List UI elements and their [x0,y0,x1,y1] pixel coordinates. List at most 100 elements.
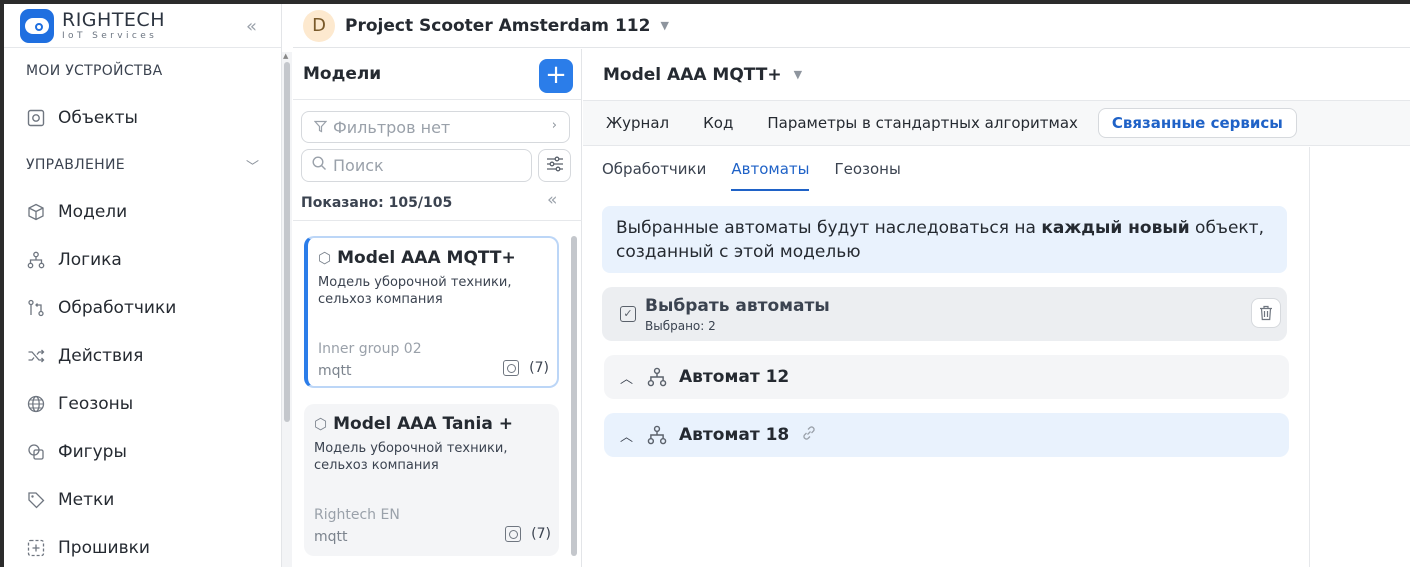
model-detail: Model AAA MQTT+ ▼ Журнал Код Параметры в… [583,49,1410,567]
sidebar-item-label: Геозоны [58,394,134,414]
info-text: Выбранные автоматы будут наследоваться н… [616,218,1042,238]
search-input[interactable]: Поиск [301,149,532,182]
model-card-group: Inner group 02 [318,341,422,357]
sidebar-item-shapes[interactable]: Фигуры [4,428,281,476]
info-bold-text: каждый новый [1041,218,1190,238]
cube-icon: ⬡ [314,415,328,433]
collapse-list-icon[interactable]: « [547,190,557,210]
models-list-scrollbar[interactable] [569,234,579,567]
selected-count: Выбрано: 2 [645,319,716,333]
logic-tree-icon [26,250,46,270]
tab-linked-services[interactable]: Связанные сервисы [1097,108,1297,138]
model-card-protocol: mqtt [314,529,348,545]
subtabs: Обработчики Автоматы Геозоны [583,147,1309,191]
caret-down-icon[interactable]: ▼ [794,68,802,81]
model-card[interactable]: ⬡ Model AAA Tania + Модель уборочной тех… [304,404,559,556]
sidebar-item-label: Обработчики [58,298,177,318]
topbar: D Project Scooter Amsterdam 112 ▼ [293,4,1410,48]
model-card-group: Rightech EN [314,507,400,523]
objects-count: (7) [505,526,551,542]
trash-icon[interactable] [1251,298,1281,328]
models-list-scroll-thumb[interactable] [571,236,577,556]
shapes-icon [26,442,46,462]
objects-count-value: (7) [531,526,551,542]
select-automata-label: Выбрать автоматы [645,296,830,316]
select-automata-button[interactable]: ✓ Выбрать автоматы Выбрано: 2 [602,287,1287,341]
sidebar-item-geozones[interactable]: Геозоны [4,380,281,428]
sidebar-item-label: Действия [58,346,144,366]
automaton-icon [647,425,667,445]
subtab-handlers[interactable]: Обработчики [602,147,706,191]
app-window: RIGHTECH IoT Services « МОИ УСТРОЙСТВА О… [4,4,1410,567]
model-card-protocol: mqtt [318,363,352,379]
linked-services-content: Обработчики Автоматы Геозоны Выбранные а… [583,147,1310,567]
object-icon [505,526,522,542]
sidebar-item-objects[interactable]: Объекты [4,94,281,142]
handler-icon [26,298,46,318]
chevron-up-icon[interactable]: ︿ [620,426,633,445]
model-card-description: Модель уборочной техники, сельхоз компан… [318,275,512,307]
cube-icon [26,202,46,222]
search-icon [312,156,327,175]
tab-journal[interactable]: Журнал [606,114,669,132]
shuffle-icon [26,346,46,366]
model-card-title: Model AAA MQTT+ [337,248,516,268]
automaton-row[interactable]: ︿ Автомат 18 [604,413,1289,457]
chevron-down-icon: ﹀ [246,159,260,175]
objects-count-value: (7) [529,360,549,376]
firmware-icon [26,538,46,558]
sidebar-item-tags[interactable]: Метки [4,476,281,524]
globe-icon [26,394,46,414]
chevron-right-icon: › [551,118,557,133]
tab-standard-params[interactable]: Параметры в стандартных алгоритмах [767,114,1078,132]
caret-down-icon[interactable]: ▼ [660,19,668,32]
sidebar-item-label: Объекты [58,108,138,128]
models-title: Модели [303,64,382,84]
sidebar-item-firmware[interactable]: Прошивки [4,524,281,567]
brand-subtitle: IoT Services [62,30,158,41]
sidebar: RIGHTECH IoT Services « МОИ УСТРОЙСТВА О… [4,4,282,567]
automaton-icon [647,367,667,387]
sidebar-item-label: Логика [58,250,122,270]
section-my-devices: МОИ УСТРОЙСТВА [26,63,163,79]
checkbox-icon: ✓ [620,306,636,322]
project-selector[interactable]: Project Scooter Amsterdam 112 [345,16,650,36]
search-placeholder: Поиск [333,156,384,175]
scroll-up-icon[interactable]: ▲ [283,52,288,60]
sidebar-scroll-thumb[interactable] [284,62,290,422]
divider [293,220,582,221]
automaton-row[interactable]: ︿ Автомат 12 [604,355,1289,399]
link-icon[interactable] [801,425,817,445]
model-title[interactable]: Model AAA MQTT+ [603,65,782,85]
add-model-button[interactable]: + [539,59,573,93]
info-banner: Выбранные автоматы будут наследоваться н… [602,206,1287,273]
sidebar-item-label: Прошивки [58,538,150,558]
sidebar-scrollbar[interactable]: ▲ [282,52,292,567]
automaton-label: Автомат 12 [679,367,790,387]
tabs-bar: Журнал Код Параметры в стандартных алгор… [583,101,1410,146]
model-card-title: Model AAA Tania + [333,414,513,434]
chevron-up-icon[interactable]: ︿ [620,368,633,387]
logo[interactable]: RIGHTECH IoT Services « [4,4,281,48]
subtab-automata[interactable]: Автоматы [731,147,810,191]
object-icon [26,108,46,128]
sidebar-item-models[interactable]: Модели [4,188,281,236]
object-icon [503,360,520,376]
brand-title: RIGHTECH [62,8,165,31]
sidebar-item-label: Метки [58,490,115,510]
sidebar-item-handlers[interactable]: Обработчики [4,284,281,332]
avatar[interactable]: D [303,9,335,42]
sidebar-item-actions[interactable]: Действия [4,332,281,380]
sidebar-item-logic[interactable]: Логика [4,236,281,284]
model-card[interactable]: ⬡ Model AAA MQTT+ Модель уборочной техни… [304,236,559,388]
filter-input[interactable]: Фильтров нет › [301,111,570,143]
filter-settings-button[interactable] [538,149,571,182]
section-manage[interactable]: УПРАВЛЕНИЕ ﹀ [4,142,281,188]
subtab-geozones[interactable]: Геозоны [834,147,900,191]
sidebar-item-label: Фигуры [58,442,127,462]
collapse-sidebar-icon[interactable]: « [246,16,257,37]
tab-code[interactable]: Код [703,114,733,132]
filter-icon [313,118,328,137]
sidebar-item-label: Модели [58,202,128,222]
automaton-label: Автомат 18 [679,425,790,445]
